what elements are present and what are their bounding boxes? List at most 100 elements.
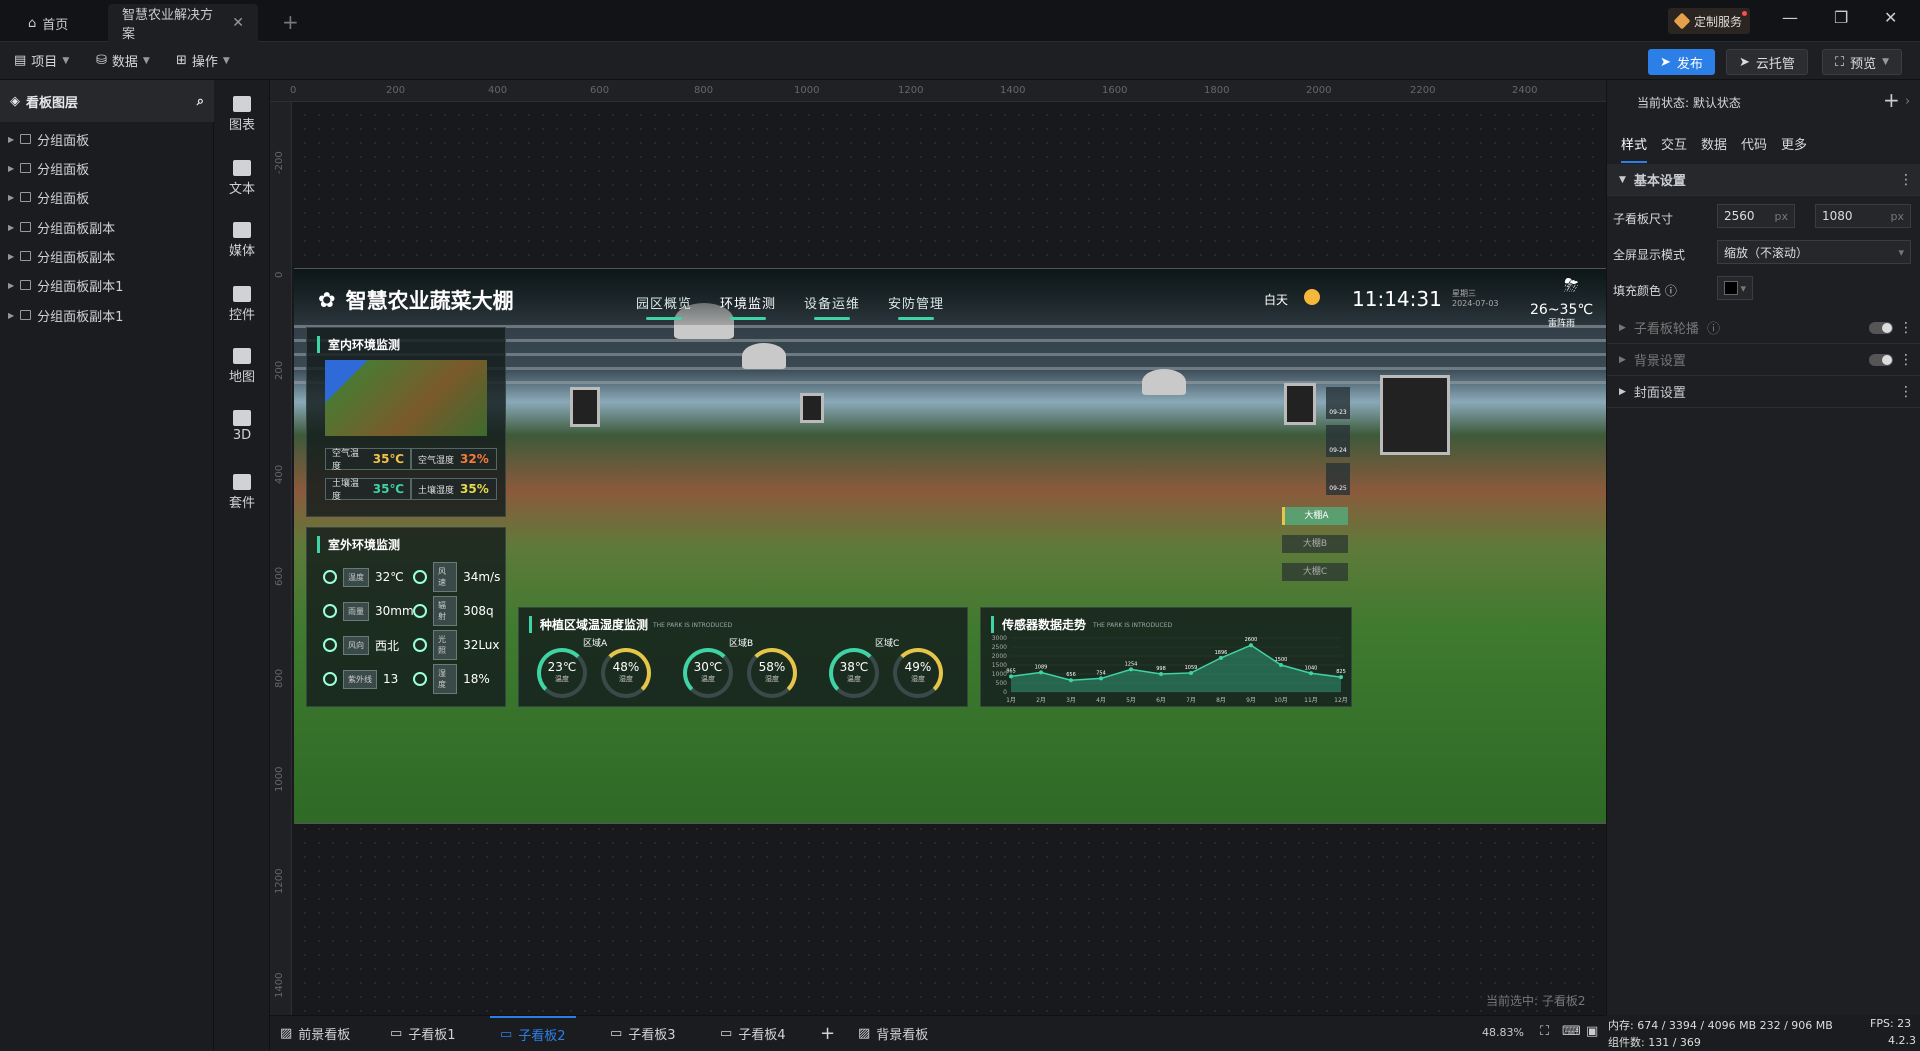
search-icon[interactable]: ⌕	[197, 94, 204, 109]
restore-button[interactable]: ❐	[1834, 8, 1848, 27]
carousel-section[interactable]: ▶ 子看板轮播 ⓘ ⋮	[1607, 312, 1920, 344]
basic-settings-section[interactable]: ▼ 基本设置 ⋮	[1607, 164, 1920, 196]
tab-sub2[interactable]: ▭ 子看板2	[490, 1016, 576, 1051]
x-tick-label: 7月	[1186, 697, 1196, 704]
nav-park-overview[interactable]: 园区概览	[636, 293, 692, 320]
background-toggle[interactable]	[1869, 353, 1893, 366]
tab-project[interactable]: 智慧农业解决方案 ✕	[108, 4, 258, 42]
dashboard-title: ✿ 智慧农业蔬菜大棚	[318, 285, 514, 315]
control-component[interactable]: 控件	[214, 286, 270, 323]
nav-security[interactable]: 安防管理	[888, 293, 944, 320]
shed-c-tab[interactable]: 大棚C	[1282, 563, 1348, 581]
add-board-button[interactable]: +	[810, 1016, 845, 1051]
background-section[interactable]: ▶ 背景设置 ⋮	[1607, 344, 1920, 376]
board-icon: ▨	[280, 1026, 293, 1041]
chart-component[interactable]: 图表	[214, 96, 270, 133]
carousel-toggle[interactable]	[1869, 321, 1893, 334]
tab-background[interactable]: ▨ 背景看板	[848, 1016, 938, 1051]
layer-item[interactable]: ▶ 分组面板副本1	[8, 303, 123, 327]
ruler-tick: 1800	[1204, 85, 1230, 96]
tab-label: 子看板1	[408, 1028, 456, 1043]
expand-icon[interactable]: ▶	[8, 135, 14, 144]
editor-canvas[interactable]: 0 200 400 600 800 1000 1200 1400 1600 18…	[270, 80, 1606, 1015]
keyboard-icon[interactable]: ⌨	[1562, 1024, 1581, 1039]
layer-item[interactable]: ▶ 分组面板副本1	[8, 273, 123, 297]
terminal-icon[interactable]: ▣	[1586, 1024, 1598, 1039]
version-label: 4.2.3	[1888, 1034, 1916, 1047]
tab-home[interactable]: ⌂ 首页	[14, 4, 82, 42]
height-input[interactable]: 1080 px	[1815, 204, 1911, 228]
tab-code[interactable]: 代码	[1741, 134, 1767, 153]
map-component[interactable]: 地图	[214, 348, 270, 385]
nav-equipment[interactable]: 设备运维	[804, 293, 860, 320]
state-row: 当前状态: 默认状态	[1637, 94, 1741, 111]
tab-data[interactable]: 数据	[1701, 134, 1727, 153]
menu-data[interactable]: ⛁ 数据 ▼	[96, 51, 150, 70]
expand-icon[interactable]: ▶	[8, 193, 14, 202]
tab-style[interactable]: 样式	[1621, 134, 1648, 163]
more-icon[interactable]: ⋮	[1899, 172, 1913, 188]
gauge-value: 49%	[904, 660, 932, 674]
layers-title: 看板图层	[26, 95, 79, 111]
light-icon	[413, 638, 427, 652]
group-icon	[20, 192, 32, 202]
data-point	[1129, 667, 1133, 672]
chevron-right-icon[interactable]: ›	[1905, 94, 1910, 109]
expand-icon[interactable]: ▶	[8, 223, 14, 232]
minimize-button[interactable]: —	[1782, 8, 1798, 27]
layer-item[interactable]: ▶ 分组面板	[8, 156, 89, 180]
add-tab-button[interactable]: +	[282, 10, 299, 34]
layer-item[interactable]: ▶ 分组面板副本	[8, 215, 115, 239]
gauge-label: 湿度	[765, 675, 779, 683]
expand-icon[interactable]: ▶	[8, 164, 14, 173]
expand-icon[interactable]: ▶	[8, 281, 14, 290]
shed-b-tab[interactable]: 大棚B	[1282, 535, 1348, 553]
fullscreen-mode-select[interactable]: 缩放（不滚动） ▾	[1717, 240, 1911, 264]
close-window-button[interactable]: ✕	[1884, 8, 1897, 27]
media-component[interactable]: 媒体	[214, 222, 270, 259]
expand-icon[interactable]: ▶	[8, 252, 14, 261]
nav-environment[interactable]: 环境监测	[720, 293, 776, 320]
tab-sub1[interactable]: ▭ 子看板1	[380, 1016, 466, 1051]
fit-icon[interactable]: ⛶	[1540, 1024, 1549, 1039]
more-icon[interactable]: ⋮	[1899, 352, 1913, 368]
expand-icon[interactable]: ▶	[8, 311, 14, 320]
close-icon[interactable]: ✕	[232, 15, 244, 31]
layer-item[interactable]: ▶ 分组面板	[8, 127, 89, 151]
shed-a-tab[interactable]: 大棚A	[1282, 507, 1348, 525]
fill-color-picker[interactable]: ▾	[1717, 276, 1753, 300]
menu-operation[interactable]: ⊞ 操作 ▼	[176, 51, 230, 70]
text-component[interactable]: 文本	[214, 160, 270, 197]
tab-sub4[interactable]: ▭ 子看板4	[710, 1016, 796, 1051]
add-state-button[interactable]: +	[1883, 88, 1900, 112]
help-icon[interactable]: ⓘ	[1665, 284, 1677, 298]
custom-service-button[interactable]: 定制服务	[1668, 8, 1751, 34]
tab-foreground[interactable]: ▨ 前景看板	[270, 1016, 360, 1051]
3d-component[interactable]: 3D	[214, 410, 270, 443]
dashboard-preview[interactable]: ✿ 智慧农业蔬菜大棚 园区概览 环境监测 设备运维 安防管理 白天 11:14:3…	[294, 268, 1606, 824]
ruler-tick: 200	[386, 85, 406, 96]
publish-button[interactable]: ➤ 发布	[1648, 49, 1715, 75]
preview-button[interactable]: ⛶ 预览 ▼	[1822, 49, 1903, 75]
group-icon	[20, 280, 32, 290]
more-icon[interactable]: ⋮	[1899, 384, 1913, 400]
gauge-value: 58%	[758, 660, 786, 674]
cover-section[interactable]: ▶ 封面设置 ⋮	[1607, 376, 1920, 408]
menu-project[interactable]: ▤ 项目 ▼	[14, 51, 69, 70]
state-value[interactable]: 默认状态	[1693, 96, 1741, 110]
layer-item[interactable]: ▶ 分组面板	[8, 185, 89, 209]
cloud-host-button[interactable]: ➤ 云托管	[1726, 49, 1808, 75]
tab-sub3[interactable]: ▭ 子看板3	[600, 1016, 686, 1051]
width-input[interactable]: 2560 px	[1717, 204, 1795, 228]
kit-component[interactable]: 套件	[214, 474, 270, 511]
layer-label: 分组面板	[37, 133, 90, 149]
tab-more[interactable]: 更多	[1781, 134, 1807, 153]
gauge-label: 湿度	[911, 675, 925, 683]
indicator-key: 雨量	[343, 601, 369, 621]
zoom-level[interactable]: 48.83%	[1482, 1026, 1524, 1039]
more-icon[interactable]: ⋮	[1899, 320, 1913, 336]
chevron-right-icon: ▶	[1619, 354, 1626, 365]
help-icon[interactable]: ⓘ	[1707, 318, 1720, 337]
tab-interaction[interactable]: 交互	[1661, 134, 1687, 153]
layer-item[interactable]: ▶ 分组面板副本	[8, 244, 115, 268]
